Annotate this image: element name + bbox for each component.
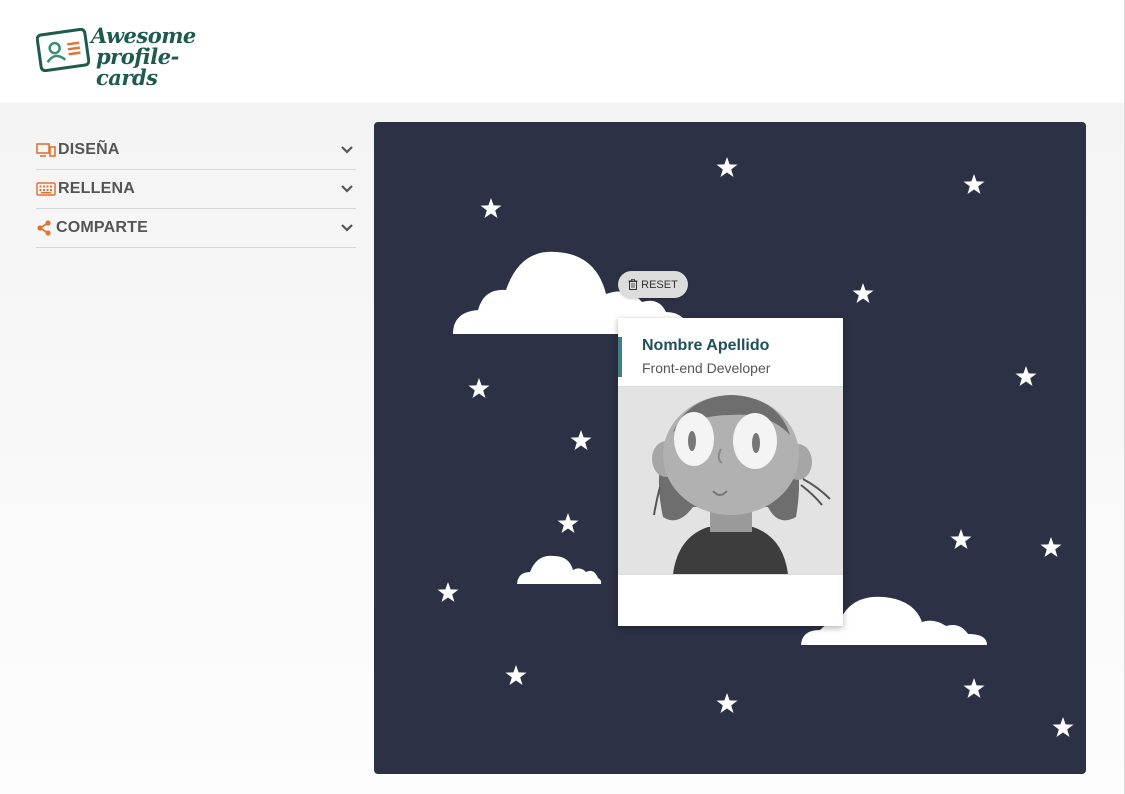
header: Awesome profile-cards xyxy=(0,0,1125,103)
menu-label-disena: DISEÑA xyxy=(58,141,120,158)
menu-item-rellena[interactable]: RELLENA xyxy=(36,170,356,209)
menu-item-comparte[interactable]: COMPARTE xyxy=(36,209,356,248)
avatar-illustration xyxy=(618,387,843,574)
menu-item-disena[interactable]: DISEÑA xyxy=(36,131,356,170)
chevron-down-icon[interactable] xyxy=(340,182,354,196)
card-accent-bar xyxy=(618,337,622,377)
chevron-down-icon[interactable] xyxy=(340,143,354,157)
share-icon xyxy=(36,219,56,237)
logo-text: Awesome profile-cards xyxy=(91,25,226,88)
card-name: Nombre Apellido xyxy=(642,337,770,354)
logo-line1: Awesome xyxy=(91,23,196,48)
logo[interactable]: Awesome profile-cards xyxy=(36,25,226,88)
collapsible-menu: DISEÑA RELLENA COMPARTE xyxy=(36,131,356,248)
reset-label: RESET xyxy=(641,278,678,291)
menu-label-comparte: COMPARTE xyxy=(56,219,148,236)
trash-icon xyxy=(628,279,638,290)
menu-label-rellena: RELLENA xyxy=(58,180,135,197)
profile-card: Nombre Apellido Front-end Developer xyxy=(618,318,843,626)
chevron-down-icon[interactable] xyxy=(340,221,354,235)
id-card-icon xyxy=(36,28,90,72)
keyboard-icon xyxy=(36,180,58,198)
card-job-title: Front-end Developer xyxy=(642,360,771,376)
logo-line2: profile-cards xyxy=(96,44,179,90)
profile-image xyxy=(618,386,843,575)
reset-button[interactable]: RESET xyxy=(618,271,688,298)
monitor-icon xyxy=(36,141,58,159)
